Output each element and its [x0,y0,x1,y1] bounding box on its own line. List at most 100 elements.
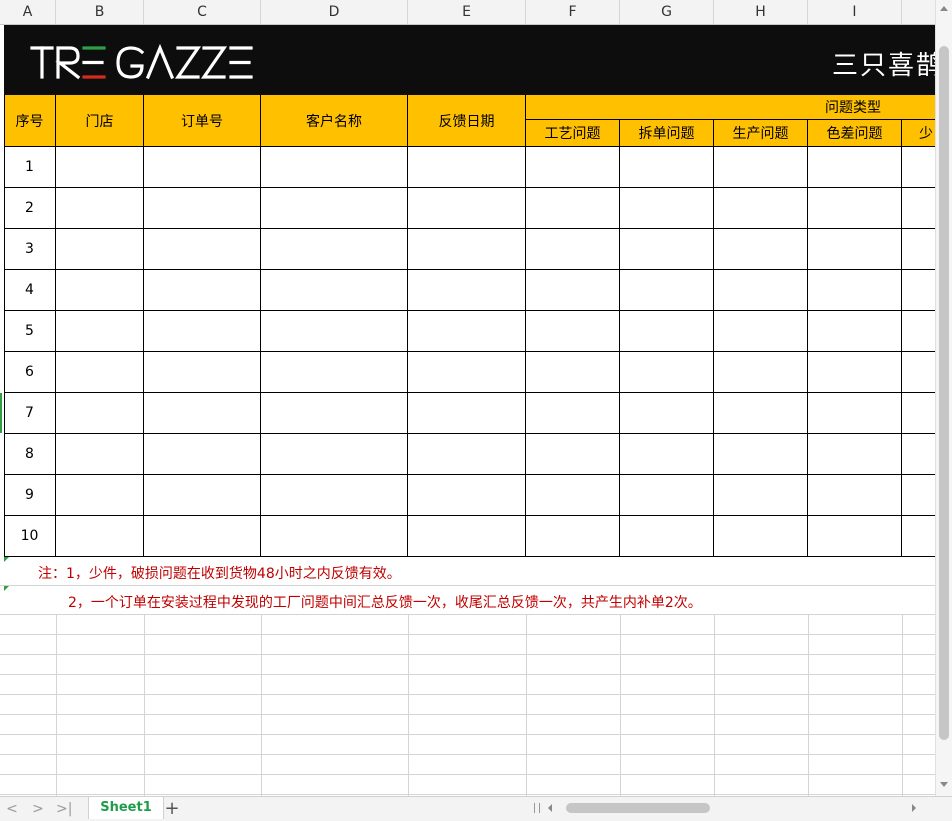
table-cell[interactable] [261,188,408,229]
subheader-split-order[interactable]: 拆单问题 [620,120,714,147]
header-customer[interactable]: 客户名称 [261,95,408,147]
next-sheet-icon[interactable]: > [30,801,46,817]
table-cell[interactable] [526,393,620,434]
column-header-f[interactable]: F [526,0,620,24]
table-cell[interactable] [808,516,902,557]
table-cell[interactable] [714,352,808,393]
subheader-craft[interactable]: 工艺问题 [526,120,620,147]
note-line-1[interactable]: 注：1，少件，破损问题在收到货物48小时之内反馈有效。 [38,563,401,583]
header-issue-type[interactable]: 问题类型 [526,95,935,120]
column-header-j[interactable] [902,0,935,24]
table-cell[interactable] [144,188,261,229]
horizontal-scroll-thumb[interactable] [566,803,710,813]
table-cell[interactable] [144,270,261,311]
table-cell[interactable] [526,311,620,352]
column-header-g[interactable]: G [620,0,714,24]
subheader-missing[interactable]: 少 [902,120,935,147]
table-cell[interactable] [902,311,935,352]
scroll-up-icon[interactable] [940,6,948,11]
column-header-b[interactable]: B [56,0,144,24]
scroll-down-icon[interactable] [940,782,948,787]
table-cell[interactable] [620,393,714,434]
table-cell[interactable] [261,475,408,516]
table-cell[interactable] [714,475,808,516]
table-cell[interactable] [620,434,714,475]
table-cell[interactable] [408,352,526,393]
row-number-cell[interactable]: 2 [4,188,56,229]
table-cell[interactable] [144,229,261,270]
header-order-no[interactable]: 订单号 [144,95,261,147]
table-cell[interactable] [808,147,902,188]
row-number-cell[interactable]: 8 [4,434,56,475]
table-cell[interactable] [56,516,144,557]
row-number-cell[interactable]: 9 [4,475,56,516]
table-cell[interactable] [714,188,808,229]
table-cell[interactable] [526,475,620,516]
table-cell[interactable] [902,188,935,229]
scroll-right-icon[interactable] [912,804,916,812]
row-number-cell[interactable]: 5 [4,311,56,352]
row-number-cell[interactable]: 10 [4,516,56,557]
table-cell[interactable] [56,434,144,475]
table-cell[interactable] [261,147,408,188]
table-cell[interactable] [620,311,714,352]
table-cell[interactable] [408,393,526,434]
table-cell[interactable] [620,229,714,270]
column-header-e[interactable]: E [408,0,526,24]
note-line-2[interactable]: 2，一个订单在安装过程中发现的工厂问题中间汇总反馈一次，收尾汇总反馈一次，共产生… [68,592,702,612]
table-cell[interactable] [144,147,261,188]
table-cell[interactable] [261,229,408,270]
table-cell[interactable] [620,352,714,393]
table-cell[interactable] [56,475,144,516]
split-handle[interactable] [534,803,540,813]
table-cell[interactable] [714,434,808,475]
table-cell[interactable] [144,311,261,352]
table-cell[interactable] [261,434,408,475]
spreadsheet-area[interactable]: A B C D E F G H I 三只喜鹊 序号 门店 订单号 客户名称 反馈… [0,0,935,796]
table-cell[interactable] [56,188,144,229]
add-sheet-icon[interactable]: + [163,798,181,819]
table-cell[interactable] [56,311,144,352]
table-cell[interactable] [526,434,620,475]
table-cell[interactable] [526,188,620,229]
row-number-cell[interactable]: 1 [4,147,56,188]
subheader-production[interactable]: 生产问题 [714,120,808,147]
table-cell[interactable] [261,270,408,311]
table-cell[interactable] [902,434,935,475]
table-cell[interactable] [714,147,808,188]
table-cell[interactable] [261,311,408,352]
table-cell[interactable] [526,270,620,311]
table-cell[interactable] [808,434,902,475]
table-cell[interactable] [620,188,714,229]
table-cell[interactable] [902,147,935,188]
table-cell[interactable] [408,475,526,516]
column-header-d[interactable]: D [261,0,408,24]
table-cell[interactable] [902,393,935,434]
column-header-a[interactable]: A [0,0,56,24]
table-cell[interactable] [808,393,902,434]
table-cell[interactable] [620,270,714,311]
column-header-h[interactable]: H [714,0,808,24]
last-sheet-icon[interactable]: >| [56,801,72,817]
table-cell[interactable] [408,188,526,229]
horizontal-scrollbar[interactable] [544,801,918,815]
table-cell[interactable] [56,229,144,270]
table-cell[interactable] [144,352,261,393]
table-cell[interactable] [56,393,144,434]
header-feedback-date[interactable]: 反馈日期 [408,95,526,147]
table-cell[interactable] [144,393,261,434]
scroll-left-icon[interactable] [548,804,552,812]
column-header-c[interactable]: C [144,0,261,24]
header-seq[interactable]: 序号 [4,95,56,147]
vertical-scroll-thumb[interactable] [939,46,949,740]
table-cell[interactable] [408,147,526,188]
table-cell[interactable] [408,270,526,311]
column-header-i[interactable]: I [808,0,902,24]
table-cell[interactable] [902,475,935,516]
table-cell[interactable] [261,393,408,434]
row-number-cell[interactable]: 3 [4,229,56,270]
table-cell[interactable] [526,516,620,557]
table-cell[interactable] [808,229,902,270]
table-cell[interactable] [56,352,144,393]
table-cell[interactable] [261,352,408,393]
